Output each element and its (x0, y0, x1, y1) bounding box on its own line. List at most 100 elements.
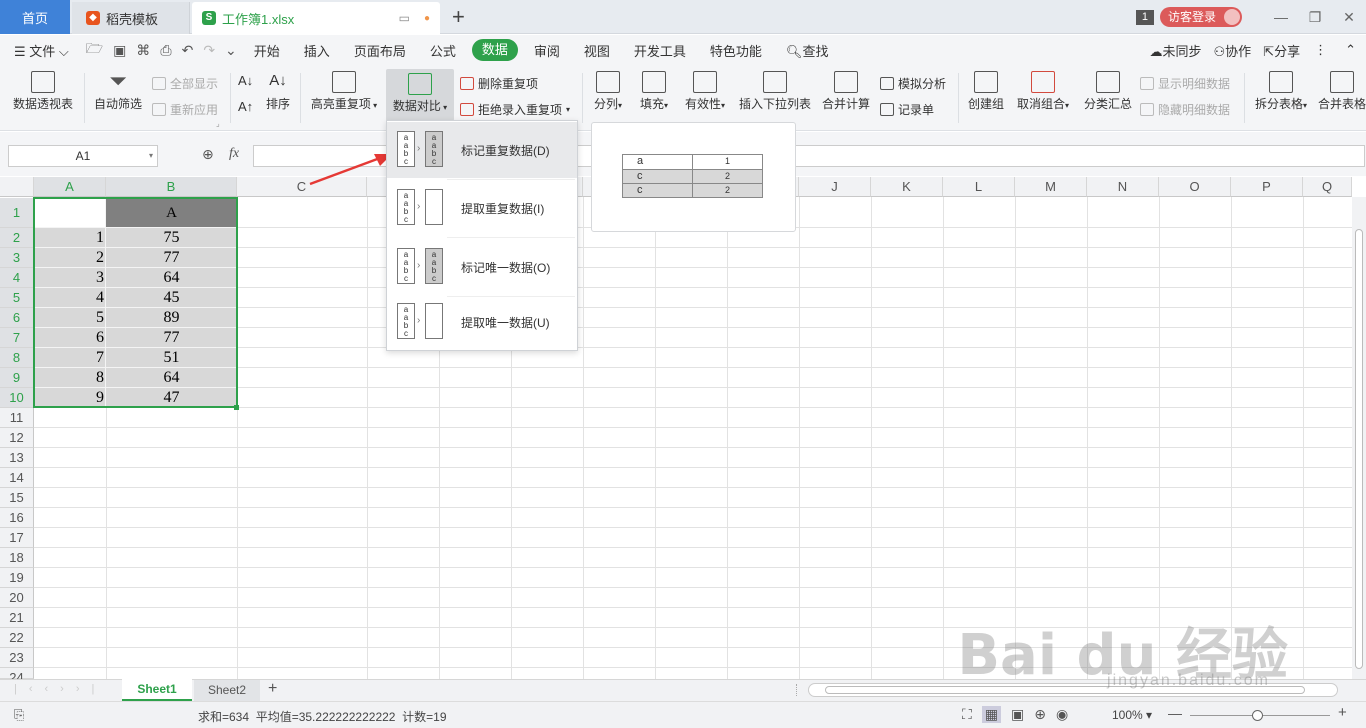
zoom-out-icon[interactable]: — (1168, 705, 1182, 721)
row-header-19[interactable]: 19 (0, 568, 34, 588)
data-compare-button[interactable]: 数据对比 ▾ (386, 69, 454, 121)
column-header-k[interactable]: K (871, 177, 943, 197)
restore-icon[interactable]: ❐ (1298, 9, 1332, 26)
collapse-ribbon-icon[interactable]: ⌃ (1335, 42, 1366, 58)
row-header-24[interactable]: 24 (0, 668, 34, 685)
row-header-23[interactable]: 23 (0, 648, 34, 668)
show-all-button[interactable]: 全部显示 (152, 75, 218, 92)
ungroup-button[interactable]: 取消组合▾ (1014, 67, 1072, 123)
page-layout-icon[interactable]: ▣ (1011, 706, 1024, 723)
remove-duplicates-button[interactable]: 删除重复项 (460, 75, 538, 92)
window-count-badge[interactable]: 1 (1135, 9, 1154, 25)
column-header-l[interactable]: L (943, 177, 1015, 197)
record-form-button[interactable]: 记录单 (880, 101, 934, 118)
save-icon[interactable]: ▣ (108, 42, 131, 59)
tab-docer[interactable]: ◆ 稻壳模板 (72, 2, 190, 34)
sheet-tab-2[interactable]: Sheet2 (194, 680, 260, 701)
row-header-22[interactable]: 22 (0, 628, 34, 648)
split-table-button[interactable]: 拆分表格▾ (1250, 67, 1312, 123)
row-header-21[interactable]: 21 (0, 608, 34, 628)
highlight-duplicates-button[interactable]: 高亮重复项 ▾ (308, 67, 380, 123)
select-all-corner[interactable] (0, 177, 34, 197)
row-header-13[interactable]: 13 (0, 448, 34, 468)
quick-access-more-icon[interactable]: ⌄ (220, 42, 242, 59)
menu-insert[interactable]: 插入 (292, 41, 342, 60)
tab-workbook[interactable]: S 工作簿1.xlsx ▭ ● (192, 2, 440, 34)
row-header-9[interactable]: 9 (0, 368, 34, 388)
reject-duplicates-button[interactable]: 拒绝录入重复项 ▾ (460, 101, 570, 118)
column-header-b[interactable]: B (106, 177, 237, 197)
zoom-in-icon[interactable]: + (1338, 704, 1347, 721)
row-header-3[interactable]: 3 (0, 248, 34, 268)
zoom-level[interactable]: 100% ▾ (1112, 708, 1152, 722)
fill-handle[interactable] (234, 405, 239, 410)
row-header-14[interactable]: 14 (0, 468, 34, 488)
column-header-o[interactable]: O (1159, 177, 1231, 197)
row-header-2[interactable]: 2 (0, 228, 34, 248)
sync-status[interactable]: ☁未同步 (1143, 41, 1207, 60)
monitor-icon[interactable]: ▭ (399, 11, 410, 25)
menu-item-extract-duplicates[interactable]: a a b c › 提取重复数据(I) (387, 180, 577, 236)
login-button[interactable]: 访客登录 (1159, 7, 1242, 27)
row-header-20[interactable]: 20 (0, 588, 34, 608)
row-header-11[interactable]: 11 (0, 408, 34, 428)
more-icon[interactable]: ⋮ (1306, 42, 1335, 58)
minimize-icon[interactable]: — (1264, 9, 1298, 25)
create-group-button[interactable]: 创建组 (964, 67, 1008, 123)
merge-table-button[interactable]: 合并表格 (1318, 67, 1366, 123)
menu-item-mark-unique[interactable]: a a b c › a a b c 标记唯一数据(O) (387, 239, 577, 295)
column-header-j[interactable]: J (799, 177, 871, 197)
menu-formula[interactable]: 公式 (418, 41, 468, 60)
normal-view-icon[interactable]: ▦ (981, 706, 1002, 723)
spreadsheet-grid[interactable]: ABCDEFGHIJKLMNOPQ 1234567891011121314151… (0, 177, 1366, 688)
redo-icon[interactable]: ↷ (198, 42, 220, 59)
eye-protection-icon[interactable]: ◉ (1056, 706, 1068, 723)
row-header-15[interactable]: 15 (0, 488, 34, 508)
tab-splitter[interactable] (796, 684, 799, 696)
row-header-18[interactable]: 18 (0, 548, 34, 568)
hide-detail-button[interactable]: 隐藏明细数据 (1140, 101, 1230, 118)
fullscreen-icon[interactable]: ⛶ (962, 706, 972, 723)
close-icon[interactable]: ✕ (1332, 9, 1366, 26)
row-header-16[interactable]: 16 (0, 508, 34, 528)
menu-features[interactable]: 特色功能 (698, 41, 774, 60)
zoom-slider-thumb[interactable] (1252, 710, 1263, 721)
menu-view[interactable]: 视图 (572, 41, 622, 60)
menu-developer[interactable]: 开发工具 (622, 41, 698, 60)
row-header-4[interactable]: 4 (0, 268, 34, 288)
row-header-12[interactable]: 12 (0, 428, 34, 448)
vertical-scrollbar[interactable] (1352, 197, 1366, 679)
collab-button[interactable]: ⚇协作 (1208, 41, 1258, 60)
pivot-table-button[interactable]: 数据透视表 (10, 67, 76, 123)
column-header-n[interactable]: N (1087, 177, 1159, 197)
menu-review[interactable]: 审阅 (522, 41, 572, 60)
filter-dialog-launcher-icon[interactable]: ⌟ (216, 119, 220, 128)
fill-button[interactable]: 填充▾ (634, 67, 674, 123)
sheet-tab-1[interactable]: Sheet1 (122, 679, 192, 701)
row-header-17[interactable]: 17 (0, 528, 34, 548)
insert-dropdown-list-button[interactable]: 插入下拉列表 (738, 67, 812, 123)
tab-home[interactable]: 首页 (0, 0, 70, 34)
page-break-icon[interactable]: ⊕ (1034, 706, 1046, 723)
zoom-lookup-icon[interactable]: ⊕ (202, 146, 214, 163)
reapply-button[interactable]: 重新应用 (152, 101, 218, 118)
sort-asc-icon[interactable]: A↓ (238, 73, 253, 88)
column-header-a[interactable]: A (34, 177, 106, 197)
row-header-1[interactable]: 1 (0, 198, 34, 228)
fx-icon[interactable]: fx (229, 146, 239, 162)
subtotal-button[interactable]: 分类汇总 (1082, 67, 1134, 123)
row-header-6[interactable]: 6 (0, 308, 34, 328)
sort-button[interactable]: A↓ 排序 (262, 67, 294, 123)
autofilter-button[interactable]: ⏷ 自动筛选 (92, 67, 144, 123)
menu-item-mark-duplicates[interactable]: a a b c › a a b c 标记重复数据(D) (387, 122, 577, 178)
row-header-5[interactable]: 5 (0, 288, 34, 308)
row-header-10[interactable]: 10 (0, 388, 34, 408)
format-painter-icon[interactable]: ⌘ (131, 42, 155, 59)
row-header-8[interactable]: 8 (0, 348, 34, 368)
merge-calc-button[interactable]: 合并计算 (820, 67, 872, 123)
show-detail-button[interactable]: 显示明细数据 (1140, 75, 1230, 92)
menu-home[interactable]: 开始 (242, 41, 292, 60)
sort-desc-icon[interactable]: A↑ (238, 99, 253, 114)
add-sheet-icon[interactable]: + (268, 680, 277, 698)
menu-item-extract-unique[interactable]: a a b c › 提取唯一数据(U) (387, 294, 577, 350)
